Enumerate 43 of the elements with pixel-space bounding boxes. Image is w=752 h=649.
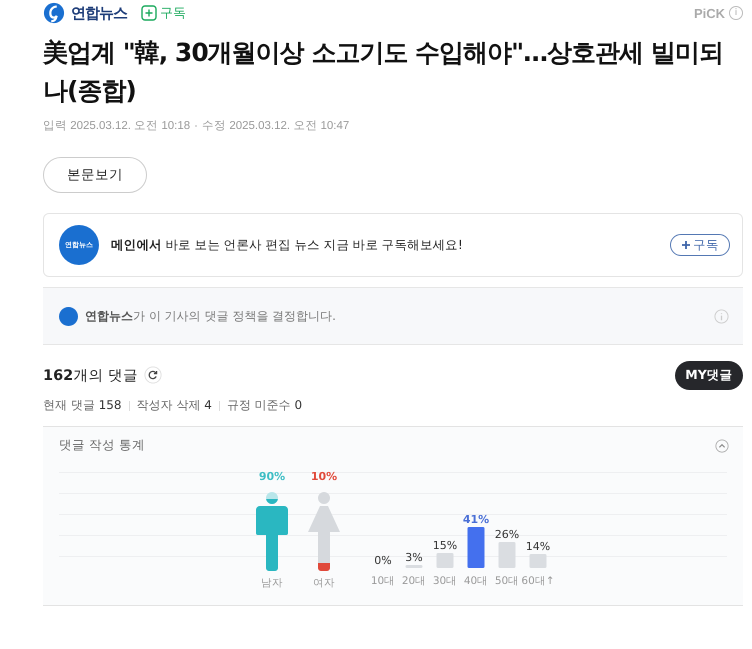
gender-percentage: 90% [258, 470, 286, 483]
age-bar [406, 565, 422, 568]
gender-percentage: 10% [310, 470, 338, 483]
age-bar [498, 542, 516, 568]
plus-icon [141, 5, 157, 21]
comment-count: 162개의 댓글 [43, 366, 138, 384]
subscribe-button[interactable]: 구독 [133, 4, 186, 22]
press-name[interactable]: 연합뉴스 [71, 4, 127, 22]
age-percentage: 26% [494, 528, 520, 541]
age-label: 10대 [370, 575, 396, 587]
press-logo-icon[interactable] [43, 2, 65, 24]
age-percentage: 0% [374, 554, 392, 567]
age-bar [530, 554, 546, 568]
comment-stat: 현재 댓글 158 [43, 397, 122, 414]
press-logo-icon[interactable] [59, 306, 78, 326]
refresh-icon[interactable] [144, 366, 162, 384]
statistics-title: 댓글 작성 통계 [59, 437, 145, 454]
subscribe-button[interactable]: 구독 [670, 234, 730, 256]
age-label: 50대 [494, 575, 520, 587]
age-label: 60대↑ [521, 575, 555, 587]
plus-icon [681, 240, 691, 250]
promo-text: 메인에서 바로 보는 언론사 편집 뉴스 지금 바로 구독해보세요! [111, 236, 464, 254]
age-bar [468, 527, 484, 568]
my-comments-button[interactable]: MY댓글 [675, 360, 743, 390]
headline: 美업계 "韓, 30개월이상 소고기도 수입해야"…상호관세 빌미되나(종합) [43, 37, 724, 107]
age-label: 40대 [464, 575, 488, 587]
age-percentage: 15% [432, 539, 458, 552]
pick-label: PiCK [694, 6, 725, 20]
age-percentage: 3% [405, 551, 423, 564]
collapse-icon[interactable] [715, 438, 729, 452]
comment-stat: 작성자 삭제 4 [136, 397, 212, 414]
date-label: 입력 2025.03.12. 오전 10:18 [43, 119, 190, 133]
policy-text: 연합뉴스가 이 기사의 댓글 정책을 결정합니다. [85, 308, 337, 324]
age-percentage: 14% [526, 540, 550, 553]
comment-stat: 규정 미준수 0 [226, 397, 302, 414]
age-percentage: 41% [462, 513, 490, 526]
view-article-button[interactable]: 본문보기 [43, 157, 147, 193]
age-bar [436, 553, 454, 568]
date-label: 수정 2025.03.12. 오전 10:47 [202, 119, 350, 133]
age-label: 30대 [432, 575, 458, 587]
gender-label: 남자 [261, 576, 283, 590]
age-label: 20대 [402, 575, 426, 587]
gender-label: 여자 [313, 576, 335, 590]
